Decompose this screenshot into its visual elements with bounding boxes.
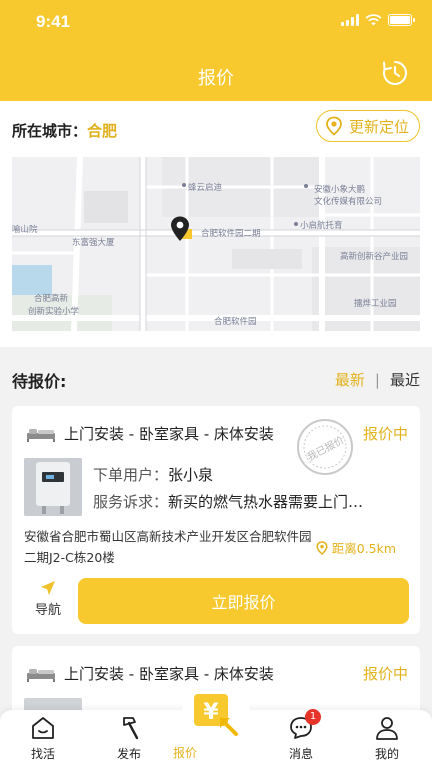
map-label: 东富强大厦 <box>72 237 115 247</box>
location-pin-icon <box>326 116 342 136</box>
tab-label: 我的 <box>374 747 399 761</box>
bed-icon <box>27 668 55 682</box>
history-button[interactable] <box>382 60 408 86</box>
yen-quote-icon: ¥ <box>194 694 238 736</box>
map-label: 创新实验小学 <box>28 306 80 316</box>
pending-quotes-heading: 待报价: <box>12 372 67 391</box>
status-time: 9:41 <box>36 12 71 31</box>
order-title-row: 上门安装 - 卧室家具 - 床体安装 <box>26 663 274 684</box>
water-heater-image <box>24 458 82 516</box>
map-label: 合肥软件园二期 <box>201 228 261 238</box>
tab-label: 消息 <box>288 747 313 761</box>
hammer-icon <box>123 717 139 740</box>
order-request-row: 服务诉求：新买的燃气热水器需要上门… <box>93 491 363 512</box>
navigate-label: 导航 <box>34 603 61 618</box>
relocate-button[interactable]: 更新定位 <box>315 110 420 142</box>
order-address: 安徽省合肥市蜀山区高新技术产业开发区合肥软件园二期J2-C栋20楼 <box>24 529 312 565</box>
status-bar: 9:41 <box>0 0 432 44</box>
order-card[interactable]: 上门安装 - 卧室家具 - 床体安装 报价中 我已报价 下单用户：张小泉 服务诉… <box>12 406 420 634</box>
map-label: 安徽小象大鹏 <box>314 184 366 194</box>
order-request-text: 新买的燃气热水器需要上门… <box>168 493 364 511</box>
sort-newest-tab[interactable]: 最新 <box>335 369 365 390</box>
order-title-row: 上门安装 - 卧室家具 - 床体安装 <box>26 423 274 444</box>
battery-icon <box>388 14 415 26</box>
tab-label: 找活 <box>30 747 55 761</box>
tab-mine[interactable]: 我的 <box>344 710 430 768</box>
order-status: 报价中 <box>362 665 408 683</box>
map-label: 擂烨工业园 <box>354 298 397 308</box>
home-icon <box>32 717 54 739</box>
navigate-button[interactable]: 导航 <box>26 579 70 618</box>
map[interactable]: 蜂云启迪 安徽小象大鹏 文化传媒有限公司 东富强大厦 合肥软件园二期 小启航托育… <box>12 157 420 331</box>
sort-nearest-tab[interactable]: 最近 <box>390 369 420 390</box>
order-status: 报价中 <box>362 425 408 443</box>
map-label: 合肥高新 <box>34 293 69 303</box>
relocate-label: 更新定位 <box>348 117 409 136</box>
city-label: 所在城市：合肥 <box>12 120 117 141</box>
map-label: 小启航托育 <box>300 220 343 230</box>
tab-quote[interactable]: ¥ 报价 <box>172 690 260 768</box>
header: 9:41 报价 <box>0 0 432 101</box>
order-user-row: 下单用户：张小泉 <box>93 464 213 485</box>
map-label: 高新创新谷产业园 <box>340 251 409 261</box>
city-bar: 所在城市：合肥 更新定位 <box>0 101 432 157</box>
order-request-label: 服务诉求： <box>93 493 169 511</box>
order-title: 上门安装 - 卧室家具 - 床体安装 <box>64 425 274 443</box>
user-icon <box>376 717 398 740</box>
signal-icon <box>341 14 359 26</box>
tab-find-work[interactable]: 找活 <box>0 710 86 768</box>
status-icons <box>341 14 415 26</box>
order-distance: 距离0.5km <box>316 538 396 557</box>
product-thumbnail <box>24 458 82 516</box>
map-label: 文化传媒有限公司 <box>314 196 383 206</box>
order-title: 上门安装 - 卧室家具 - 床体安装 <box>64 665 274 683</box>
page-title: 报价 <box>198 68 234 89</box>
unread-badge: 1 <box>305 709 321 725</box>
sort-switch: 最新 | 最近 <box>335 369 420 390</box>
tab-messages[interactable]: 1 消息 <box>258 709 344 768</box>
order-user-label: 下单用户： <box>93 466 169 484</box>
map-label: 蜂云启迪 <box>188 182 223 192</box>
tab-label: 报价 <box>173 746 198 760</box>
bed-icon <box>27 428 55 442</box>
quote-now-button[interactable]: 立即报价 <box>78 578 409 624</box>
clock-history-icon <box>383 61 407 85</box>
city-label-text: 所在城市： <box>12 122 88 140</box>
tab-publish[interactable]: 发布 <box>86 710 172 768</box>
order-user-name: 张小泉 <box>168 466 214 484</box>
svg-text:¥: ¥ <box>203 700 219 725</box>
tab-label: 发布 <box>116 747 141 761</box>
city-name[interactable]: 合肥 <box>87 122 117 140</box>
sort-separator: | <box>374 370 380 389</box>
order-distance-text: 距离0.5km <box>331 541 396 556</box>
map-label: 合肥软件园 <box>214 316 257 326</box>
map-marker-icon <box>171 216 192 241</box>
wifi-icon <box>365 14 382 26</box>
navigation-arrow-icon <box>41 581 55 595</box>
location-pin-icon <box>316 540 328 555</box>
map-label: 喻山院 <box>12 224 38 234</box>
